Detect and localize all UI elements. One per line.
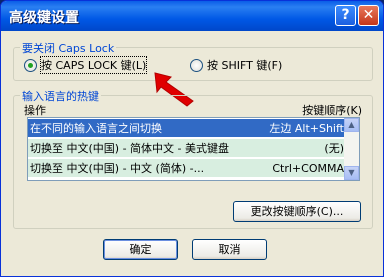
row-action: 在不同的输入语言之间切换	[30, 122, 162, 135]
column-header-keys: 按键顺序(K)	[302, 104, 362, 117]
caps-lock-group-legend: 要关闭 Caps Lock	[20, 40, 117, 56]
caps-lock-radio[interactable]: 按 CAPS LOCK 键(L)	[24, 56, 148, 74]
row-keys: Ctrl+COMMA	[272, 161, 344, 175]
list-item[interactable]: 在不同的输入语言之间切换 左边 Alt+Shift	[28, 119, 346, 137]
hotkeys-list[interactable]: 在不同的输入语言之间切换 左边 Alt+Shift 切换至 中文(中国) - 简…	[27, 117, 360, 181]
row-action: 切换至 中文(中国) - 中文 (简体) -...	[30, 162, 205, 175]
advanced-key-settings-dialog: 高级键设置 ? ✕ 要关闭 Caps Lock 按 CAPS LOCK 键(L)…	[0, 0, 384, 277]
shift-radio[interactable]: 按 SHIFT 键(F)	[190, 57, 282, 73]
list-item[interactable]: 切换至 中文(中国) - 简体中文 - 美式键盘 (无)	[28, 139, 346, 157]
close-button[interactable]: ✕	[358, 5, 379, 26]
radio-dot-selected	[24, 58, 37, 72]
caps-lock-radio-label: 按 CAPS LOCK 键(L)	[39, 56, 148, 74]
row-action: 切换至 中文(中国) - 简体中文 - 美式键盘	[30, 142, 230, 155]
row-keys: 左边 Alt+Shift	[269, 122, 344, 135]
ok-button[interactable]: 确定	[103, 239, 178, 260]
scroll-up-icon[interactable]: ▲	[344, 118, 359, 132]
column-header-action: 操作	[24, 104, 46, 117]
title-bar: 高级键设置 ? ✕	[1, 1, 383, 31]
help-button[interactable]: ?	[335, 5, 356, 26]
radio-dot	[190, 58, 203, 72]
window-title: 高级键设置	[9, 10, 79, 26]
change-key-sequence-button[interactable]: 更改按键顺序(C)...	[233, 201, 361, 222]
vertical-scrollbar[interactable]: ▲ ▼	[344, 118, 359, 180]
row-keys: (无)	[324, 142, 344, 155]
cancel-button[interactable]: 取消	[192, 239, 267, 260]
shift-radio-label: 按 SHIFT 键(F)	[207, 59, 283, 72]
list-item[interactable]: 切换至 中文(中国) - 中文 (简体) -... Ctrl+COMMA	[28, 159, 346, 177]
scroll-down-icon[interactable]: ▼	[344, 166, 359, 180]
